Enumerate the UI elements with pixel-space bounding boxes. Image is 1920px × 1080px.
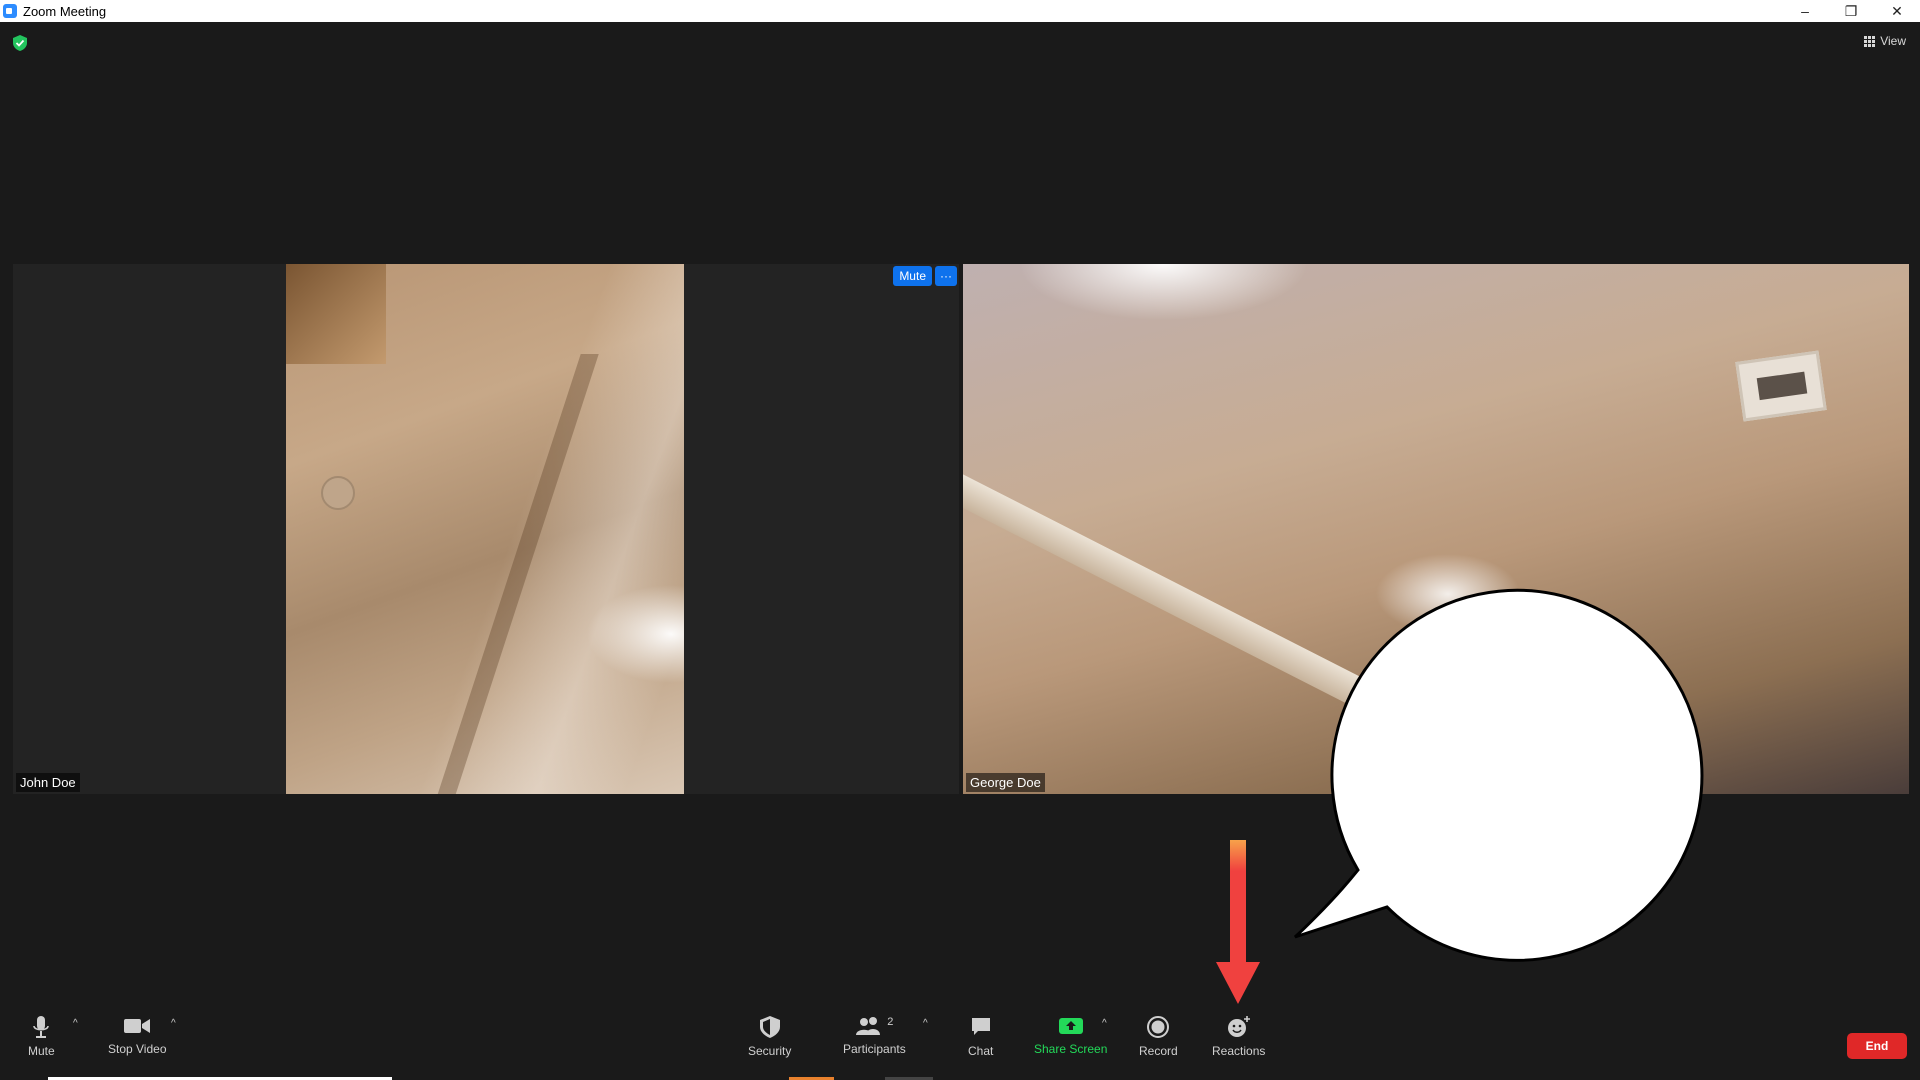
zoom-app-icon — [3, 4, 17, 18]
speech-bubble-annotation — [1293, 588, 1704, 962]
video-options-caret[interactable]: ^ — [171, 1018, 176, 1029]
tile-mute-button[interactable]: Mute — [893, 266, 932, 286]
security-button[interactable]: Security — [748, 1016, 791, 1058]
share-screen-icon — [1058, 1018, 1083, 1034]
share-options-caret[interactable]: ^ — [1102, 1018, 1107, 1029]
grid-icon — [1864, 35, 1876, 47]
emoji-plus-icon — [1227, 1016, 1250, 1037]
window-title: Zoom Meeting — [23, 3, 107, 19]
participants-options-caret[interactable]: ^ — [923, 1018, 928, 1029]
video-camera-icon — [124, 1019, 151, 1033]
share-screen-button[interactable]: Share Screen — [1034, 1016, 1107, 1056]
restore-button[interactable]: ❐ — [1828, 0, 1874, 22]
shield-icon — [759, 1016, 780, 1038]
end-meeting-button[interactable]: End — [1847, 1033, 1907, 1059]
video-feed — [286, 264, 684, 794]
window-titlebar: Zoom Meeting – ❐ ✕ — [0, 0, 1920, 22]
participants-button[interactable]: 2 Participants — [843, 1016, 906, 1056]
chat-bubble-icon — [971, 1018, 990, 1035]
view-button[interactable]: View — [1864, 34, 1906, 48]
stop-video-button[interactable]: Stop Video — [108, 1016, 167, 1056]
close-button[interactable]: ✕ — [1874, 0, 1920, 22]
audio-options-caret[interactable]: ^ — [73, 1018, 78, 1029]
record-button[interactable]: Record — [1139, 1016, 1178, 1058]
minimize-button[interactable]: – — [1782, 0, 1828, 22]
shield-check-icon[interactable] — [13, 35, 27, 51]
participants-count: 2 — [887, 1016, 894, 1028]
red-arrow-annotation — [1216, 840, 1260, 1004]
view-label: View — [1880, 34, 1906, 48]
participant-name-tag: John Doe — [16, 773, 80, 792]
window-controls: – ❐ ✕ — [1782, 0, 1920, 22]
microphone-icon — [33, 1016, 50, 1038]
reactions-button[interactable]: Reactions — [1212, 1016, 1265, 1058]
participant-name-tag: George Doe — [966, 773, 1045, 792]
meeting-toolbar: Mute ^ Stop Video ^ Security 2 Participa… — [0, 1008, 1920, 1080]
tile-more-button[interactable]: ··· — [935, 266, 957, 286]
mute-button[interactable]: Mute — [28, 1016, 55, 1058]
record-icon — [1147, 1016, 1170, 1038]
ceiling-vent — [1735, 350, 1827, 422]
people-icon — [856, 1017, 881, 1035]
smoke-detector — [321, 476, 355, 510]
chat-button[interactable]: Chat — [968, 1016, 993, 1058]
video-tile-john-doe[interactable]: Mute ··· John Doe — [13, 264, 959, 794]
tile-controls: Mute ··· — [893, 266, 957, 286]
